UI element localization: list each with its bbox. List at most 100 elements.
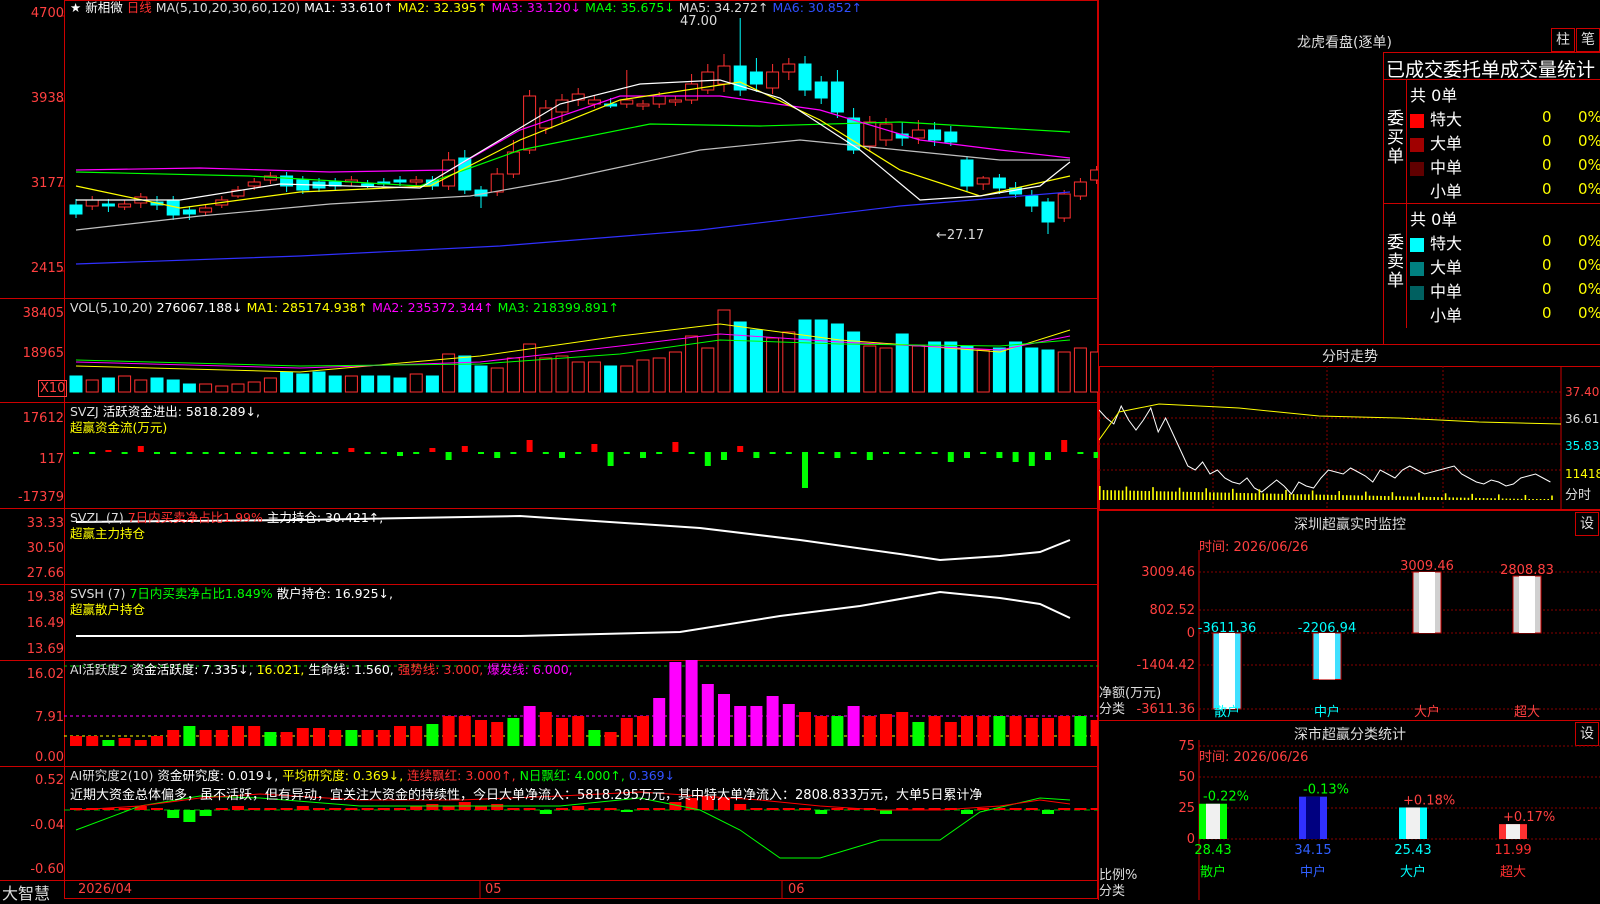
volume-bar [588,362,600,392]
activity-bar [880,714,892,746]
activity-bar [993,716,1005,746]
research-bar [475,806,487,810]
fund-flow-bar [446,452,452,460]
lhb-box: 已成交委托单成交量统计 委买单 共 0单 特大00%大单00%中单00%小单00… [1383,52,1600,345]
ai-research-label: AI研究度2(10) [70,768,153,783]
sz-class-value: 34.15 [1294,843,1331,858]
research-bar [297,806,309,810]
fund-flow-bar [948,452,954,462]
intraday-volume-bar [1411,497,1413,500]
intraday-panel[interactable]: 分时走势 37.40 36.61 35.83 11418 分时 [1099,344,1600,511]
sell-row-count: 0 [1542,304,1552,322]
candle-body [491,174,503,192]
activity-bar [345,730,357,746]
research-bar [1010,808,1022,810]
research-bar [491,804,503,810]
activity-bar [135,740,147,746]
fund-flow-bar [154,452,160,454]
activity-bar [1026,718,1038,746]
volume-bar [491,368,503,392]
fund-flow-bar [413,452,419,454]
candle-body [880,124,892,140]
intraday-volume-bar [1354,495,1356,500]
fund-flow-bar [818,452,824,454]
fund-flow-bar [964,452,970,458]
volume-bar [734,322,746,392]
fund-flow-bar [235,452,241,454]
intraday-volume-bar [1251,493,1253,500]
candle-body [1074,182,1086,196]
fund-flow-bar [624,452,630,454]
left-chart-area[interactable]: 4700 3938 3177 2415 38405 18965 X10 1761… [0,0,1098,900]
svsh-axis: 19.38 16.49 13.69 [0,584,64,660]
research-bar [151,808,163,810]
sell-row-count: 0 [1542,232,1552,250]
ai-active-label: 7.91 [35,710,64,725]
sell-row-pct: 0% [1578,280,1600,298]
intraday-volume-bar [1544,499,1546,500]
activity-bar [637,716,649,746]
volume-bar [524,344,536,392]
activity-bar [491,722,503,746]
candle-body [912,130,924,138]
fund-flow-bar [705,452,711,466]
activity-bar [1058,716,1070,746]
ai-active-axis: 16.02 7.91 0.00 [0,660,64,766]
sz-class-category: 超大 [1500,865,1526,880]
ma5-line [76,140,1070,230]
tab-tick[interactable]: 笔 [1576,28,1600,52]
intraday-volume-bar [1126,487,1128,500]
intraday-volume-bar [1148,491,1150,500]
intraday-volume-bar [1164,491,1166,500]
fund-flow-bar [203,452,209,454]
intraday-volume-bar [1357,495,1359,500]
intraday-volume-bar [1312,490,1314,500]
intraday-volume-bar [1479,498,1481,500]
buy-color-swatch [1410,114,1424,128]
intraday-chart[interactable] [1099,344,1600,510]
sell-total: 共 0单 [1410,206,1457,230]
activity-bar [264,732,276,746]
research-bar [345,808,357,810]
activity-bar [119,738,131,746]
intraday-volume-bar [1441,497,1443,500]
fund-flow-bar [802,452,808,488]
intraday-volume-bar [1129,491,1131,500]
lhb-title: 龙虎看盘(逐单) [1297,32,1392,52]
period-label[interactable]: 日线 [127,0,152,15]
intraday-volume-bar [1464,498,1466,500]
sz-class-bar-highlight [1206,804,1220,839]
intraday-volume-bar [1300,494,1302,500]
fund-flow-bar [138,446,144,452]
intraday-volume-bar [1426,497,1428,500]
intraday-volume-bar [1430,497,1432,500]
intraday-volume-bar [1331,495,1333,500]
volume-bar [102,378,114,392]
star-icon[interactable]: ★ [70,0,81,15]
buy-row-count: 0 [1542,180,1552,198]
tab-bar-chart[interactable]: 柱 [1551,28,1575,52]
research-bar [378,808,390,810]
chart-frame [65,1,1098,899]
candle-body [767,72,779,88]
sz-monitor-bar-label: -2206.94 [1298,621,1356,636]
fund-flow-bar [834,452,840,458]
volume-bar [378,376,390,392]
fund-flow-bar [267,452,273,454]
main-chart-svg[interactable] [0,0,1098,900]
candle-body [1042,202,1054,222]
sz-class-y-tick: 50 [1178,770,1195,785]
activity-bar [734,706,746,746]
research-bar [507,808,519,810]
candle-body [183,210,195,214]
fund-flow-bar [737,446,743,452]
volume-bar [459,356,471,392]
volume-bar [621,366,633,392]
volume-bar [345,376,357,392]
fund-flow-bar [883,452,889,454]
research-bar [232,806,244,810]
activity-bar [961,716,973,746]
candle-body [977,178,989,184]
sell-row-name: 特大 [1430,234,1462,253]
research-bar [783,808,795,810]
